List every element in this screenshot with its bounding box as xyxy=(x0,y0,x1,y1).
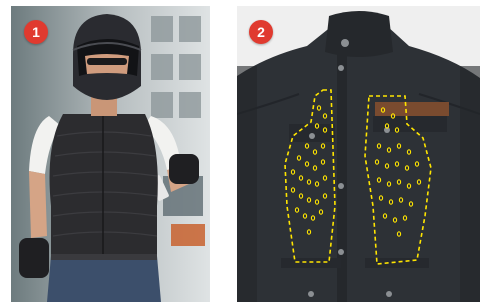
panel-number-badge-1: 1 xyxy=(24,20,48,44)
panel-number-badge-2: 2 xyxy=(249,20,273,44)
jacket-detail-photo xyxy=(237,6,480,302)
rider-vest-photo xyxy=(11,6,210,302)
